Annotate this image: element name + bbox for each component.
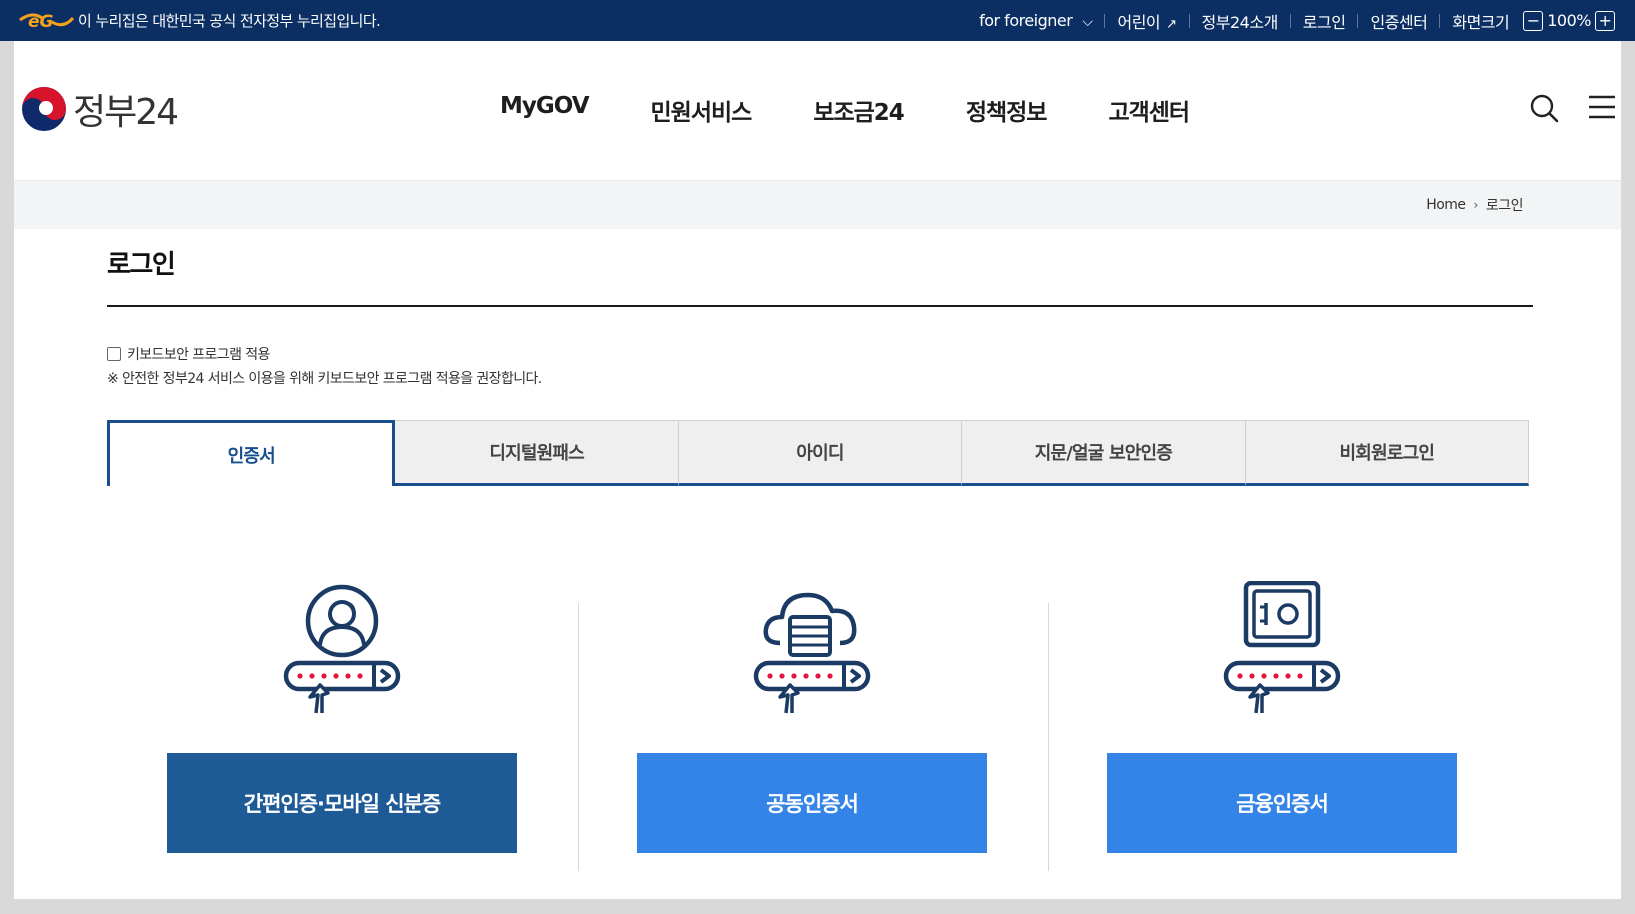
login-method-tabs: 인증서 디지털원패스 아이디 지문/얼굴 보안인증 비회원로그인	[107, 420, 1530, 486]
tab-id[interactable]: 아이디	[678, 420, 963, 486]
nav-item-customer-center[interactable]: 고객센터	[1108, 93, 1190, 127]
breadcrumb-home[interactable]: Home	[1426, 197, 1466, 213]
divider	[1289, 13, 1291, 28]
breadcrumb: Home › 로그인	[1426, 195, 1523, 215]
breadcrumb-current: 로그인	[1485, 198, 1524, 214]
chevron-right-icon: ›	[1473, 198, 1479, 212]
nav-item-subsidy[interactable]: 보조금24	[813, 93, 904, 127]
person-certificate-icon	[283, 584, 401, 714]
financial-certificate-login-button[interactable]: 금융인증서	[1107, 753, 1457, 853]
external-link-icon: ↗	[1166, 16, 1177, 32]
tab-non-member[interactable]: 비회원로그인	[1245, 420, 1530, 486]
search-icon[interactable]	[1529, 93, 1559, 123]
nav-item-mygov[interactable]: MyGOV	[500, 93, 589, 127]
gov-notice-bar: eG 이 누리집은 대한민국 공식 전자정부 누리집입니다. for forei…	[0, 0, 1635, 41]
kids-link[interactable]: 어린이 ↗	[1117, 9, 1177, 33]
tab-biometric[interactable]: 지문/얼굴 보안인증	[962, 420, 1246, 486]
simple-auth-login-button[interactable]: 간편인증·모바일 신분증	[167, 753, 517, 853]
zoom-level: 100%	[1547, 11, 1591, 30]
keyboard-security-notice: ※ 안전한 정부24 서비스 이용을 위해 키보드보안 프로그램 적용을 권장합…	[107, 371, 542, 387]
tab-digital-onepass[interactable]: 디지털원패스	[395, 420, 679, 486]
cloud-server-icon	[753, 592, 871, 714]
site-logo[interactable]: 정부24	[21, 85, 179, 133]
for-foreigner-link[interactable]: for foreigner ⌵	[979, 11, 1093, 30]
divider	[1104, 13, 1106, 28]
about-link[interactable]: 정부24소개	[1202, 9, 1279, 33]
cert-center-link[interactable]: 인증센터	[1370, 9, 1427, 33]
page-title: 로그인	[107, 250, 176, 280]
taegeuk-logo-icon	[22, 87, 66, 131]
tab-certificate[interactable]: 인증서	[107, 420, 396, 486]
main-nav: MyGOV 민원서비스 보조금24 정책정보 고객센터	[500, 93, 1190, 127]
keyboard-security-checkbox[interactable]	[107, 347, 121, 361]
keyboard-security-label: 키보드보안 프로그램 적용	[127, 347, 270, 363]
breadcrumb-bar: Home › 로그인	[14, 180, 1621, 229]
login-option-financial-certificate: 금융인증서	[1107, 581, 1457, 899]
safe-icon	[1223, 581, 1341, 714]
column-divider	[578, 603, 579, 871]
main-panel: 정부24 MyGOV 민원서비스 보조금24 정책정보 고객센터 Home › …	[14, 41, 1621, 899]
login-link[interactable]: 로그인	[1303, 9, 1346, 33]
zoom-in-button[interactable]: +	[1595, 10, 1615, 31]
gov-notice-text: 이 누리집은 대한민국 공식 전자정부 누리집입니다.	[78, 12, 381, 30]
nav-item-policy[interactable]: 정책정보	[966, 93, 1048, 127]
svg-text:eG: eG	[28, 12, 54, 31]
chevron-down-icon: ⌵	[1082, 14, 1093, 30]
font-size-label: 화면크기	[1452, 12, 1510, 32]
login-option-simple-auth: 간편인증·모바일 신분증	[167, 581, 517, 899]
divider	[1357, 13, 1359, 28]
keyboard-security-checkbox-row[interactable]: 키보드보안 프로그램 적용	[107, 344, 270, 364]
divider	[1188, 13, 1190, 28]
nav-item-civil-service[interactable]: 민원서비스	[651, 93, 753, 127]
title-divider	[107, 305, 1533, 307]
login-option-joint-certificate: 공동인증서	[637, 581, 987, 899]
divider	[1439, 13, 1441, 28]
column-divider	[1048, 603, 1049, 871]
zoom-out-button[interactable]: −	[1523, 10, 1544, 31]
joint-certificate-login-button[interactable]: 공동인증서	[637, 753, 987, 853]
egov-logo-icon: eG	[19, 12, 74, 31]
utility-menu: for foreigner ⌵ 어린이 ↗ 정부24소개 로그인 인증센터 화면크기…	[979, 0, 1619, 41]
hamburger-menu-icon[interactable]	[1588, 95, 1616, 119]
logo-text: 정부24	[73, 92, 179, 133]
